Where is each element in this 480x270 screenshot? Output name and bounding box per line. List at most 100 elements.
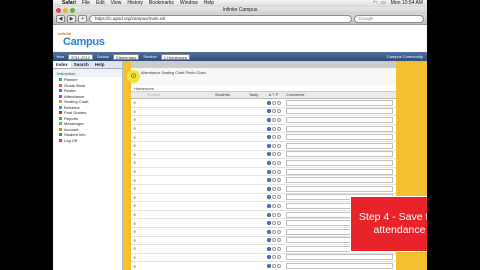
absent-radio[interactable] xyxy=(266,178,271,183)
absent-radio[interactable] xyxy=(266,255,271,260)
menu-window[interactable]: Window xyxy=(180,0,198,7)
tab-search[interactable]: Search xyxy=(71,61,92,68)
comment-field[interactable] xyxy=(286,142,393,149)
student-expand-icon[interactable]: ⊕ xyxy=(131,212,145,217)
comment-field[interactable] xyxy=(286,263,393,270)
year-select[interactable]: 2011-2012 xyxy=(68,53,93,60)
comment-field[interactable] xyxy=(286,151,393,158)
present-radio[interactable] xyxy=(276,203,281,208)
search-field[interactable]: Google xyxy=(354,15,424,23)
tab-help[interactable]: Help xyxy=(92,61,108,68)
tardy-radio[interactable] xyxy=(271,126,276,131)
absent-radio[interactable] xyxy=(266,152,271,157)
menu-view[interactable]: View xyxy=(111,0,122,7)
zoom-icon[interactable] xyxy=(70,8,75,13)
present-radio[interactable] xyxy=(276,178,281,183)
tardy-radio[interactable] xyxy=(271,186,276,191)
col-student[interactable]: Student xyxy=(145,93,215,97)
present-radio[interactable] xyxy=(276,255,281,260)
present-radio[interactable] xyxy=(276,160,281,165)
menu-edit[interactable]: Edit xyxy=(96,0,105,7)
tardy-radio[interactable] xyxy=(271,135,276,140)
comment-field[interactable] xyxy=(286,168,393,175)
present-radio[interactable] xyxy=(276,229,281,234)
present-radio[interactable] xyxy=(276,221,281,226)
tardy-radio[interactable] xyxy=(271,203,276,208)
close-icon[interactable] xyxy=(56,8,61,13)
absent-radio[interactable] xyxy=(266,246,271,251)
student-expand-icon[interactable]: ⊕ xyxy=(131,117,145,122)
student-expand-icon[interactable]: ⊕ xyxy=(131,135,145,140)
absent-radio[interactable] xyxy=(266,221,271,226)
present-radio[interactable] xyxy=(276,126,281,131)
absent-radio[interactable] xyxy=(266,238,271,243)
nav-item[interactable]: Log Off xyxy=(53,138,122,144)
student-expand-icon[interactable]: ⊕ xyxy=(131,152,145,157)
tardy-radio[interactable] xyxy=(271,178,276,183)
absent-radio[interactable] xyxy=(266,264,271,269)
tardy-radio[interactable] xyxy=(271,109,276,114)
present-radio[interactable] xyxy=(276,186,281,191)
student-expand-icon[interactable]: ⊕ xyxy=(131,203,145,208)
comment-field[interactable] xyxy=(286,108,393,115)
tardy-radio[interactable] xyxy=(271,264,276,269)
comment-field[interactable] xyxy=(286,99,393,106)
present-radio[interactable] xyxy=(276,152,281,157)
absent-radio[interactable] xyxy=(266,160,271,165)
student-expand-icon[interactable]: ⊕ xyxy=(131,238,145,243)
absent-radio[interactable] xyxy=(266,143,271,148)
comment-field[interactable] xyxy=(286,185,393,192)
student-expand-icon[interactable]: ⊕ xyxy=(131,221,145,226)
absent-radio[interactable] xyxy=(266,100,271,105)
menu-app[interactable]: Safari xyxy=(62,0,76,7)
menu-bookmarks[interactable]: Bookmarks xyxy=(149,0,174,7)
minimize-icon[interactable] xyxy=(63,8,68,13)
menu-clock[interactable]: Mon 10:54 AM xyxy=(391,0,423,7)
tardy-radio[interactable] xyxy=(271,212,276,217)
comment-field[interactable] xyxy=(286,116,393,123)
battery-icon[interactable]: ▭ xyxy=(381,0,386,7)
comment-field[interactable] xyxy=(286,254,393,261)
absent-radio[interactable] xyxy=(266,195,271,200)
student-expand-icon[interactable]: ⊕ xyxy=(131,195,145,200)
comment-field[interactable] xyxy=(286,134,393,141)
student-expand-icon[interactable]: ⊕ xyxy=(131,160,145,165)
student-expand-icon[interactable]: ⊕ xyxy=(131,264,145,269)
absent-radio[interactable] xyxy=(266,169,271,174)
student-expand-icon[interactable]: ⊕ xyxy=(131,178,145,183)
comment-field[interactable] xyxy=(286,177,393,184)
attendance-view-tabs[interactable]: Attendance Seating Chart Photo Chart xyxy=(141,71,206,75)
absent-radio[interactable] xyxy=(266,117,271,122)
forward-button[interactable]: ▶ xyxy=(67,15,76,23)
wifi-icon[interactable]: ◠ xyxy=(373,0,377,7)
tardy-radio[interactable] xyxy=(271,246,276,251)
tardy-radio[interactable] xyxy=(271,195,276,200)
tardy-radio[interactable] xyxy=(271,229,276,234)
menu-help[interactable]: Help xyxy=(204,0,214,7)
present-radio[interactable] xyxy=(276,212,281,217)
back-button[interactable]: ◀ xyxy=(56,15,65,23)
student-expand-icon[interactable]: ⊕ xyxy=(131,169,145,174)
student-expand-icon[interactable]: ⊕ xyxy=(131,186,145,191)
student-expand-icon[interactable]: ⊕ xyxy=(131,100,145,105)
tardy-radio[interactable] xyxy=(271,117,276,122)
student-expand-icon[interactable]: ⊕ xyxy=(131,229,145,234)
present-radio[interactable] xyxy=(276,117,281,122)
present-radio[interactable] xyxy=(276,109,281,114)
tardy-radio[interactable] xyxy=(271,255,276,260)
tardy-radio[interactable] xyxy=(271,238,276,243)
tardy-radio[interactable] xyxy=(271,143,276,148)
comment-field[interactable] xyxy=(286,125,393,132)
present-radio[interactable] xyxy=(276,143,281,148)
tab-index[interactable]: Index xyxy=(53,61,71,68)
tardy-radio[interactable] xyxy=(271,160,276,165)
student-expand-icon[interactable]: ⊕ xyxy=(131,126,145,131)
absent-radio[interactable] xyxy=(266,135,271,140)
absent-radio[interactable] xyxy=(266,109,271,114)
section-select[interactable]: 1 Homeroom xyxy=(160,53,190,60)
present-radio[interactable] xyxy=(276,135,281,140)
present-radio[interactable] xyxy=(276,238,281,243)
comment-field[interactable] xyxy=(286,159,393,166)
student-expand-icon[interactable]: ⊕ xyxy=(131,143,145,148)
campus-community-link[interactable]: Campus Community xyxy=(387,54,427,59)
